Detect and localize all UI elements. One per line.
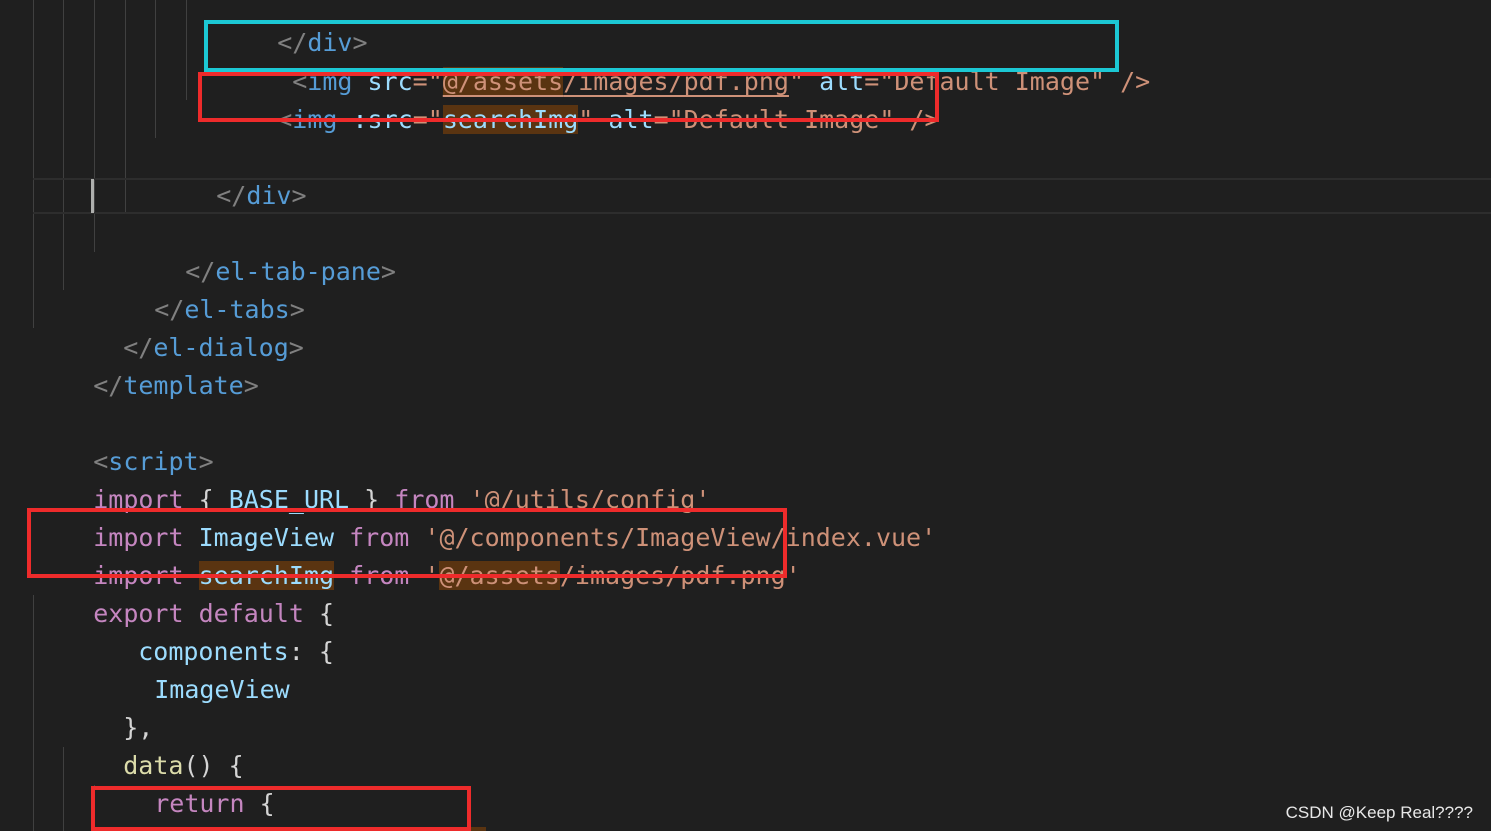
code-line[interactable]: import ImageView from '@/components/Imag… — [33, 481, 936, 552]
code-line[interactable]: data() { — [63, 709, 243, 780]
code-line[interactable]: </el-tabs> — [94, 253, 305, 324]
tag-name: template — [123, 371, 244, 400]
identifier: ImageView — [154, 675, 290, 704]
code-line[interactable]: import searchImg from '@/assets/images/p… — [33, 519, 801, 590]
indent-guide — [186, 0, 187, 100]
watermark: CSDN @Keep Real???? — [1285, 803, 1473, 822]
tag-bracket: > — [243, 371, 259, 400]
tag-bracket: > — [380, 257, 396, 286]
highlighted-match: @/assets — [439, 561, 560, 590]
string-literal: ="Default Image" /> — [653, 105, 940, 134]
code-line[interactable]: <script> — [33, 405, 213, 476]
highlighted-match: searchImg — [442, 105, 579, 134]
indent-guide — [94, 0, 95, 252]
code-line[interactable]: </el-tab-pane> — [125, 215, 396, 286]
code-line[interactable]: ImageView — [94, 633, 289, 704]
code-line[interactable]: <img src="@/assets/images/pdf.png" alt="… — [232, 25, 1150, 96]
string-literal: =" — [412, 105, 443, 134]
highlighted-match: searchImg — [350, 827, 487, 831]
code-line[interactable]: searchImg: searchImg, — [125, 785, 501, 831]
code-line[interactable]: import { BASE_URL } from '@/utils/config… — [33, 443, 710, 514]
string-literal: /images/pdf.png' — [559, 561, 801, 590]
string-literal: " — [578, 105, 609, 134]
highlighted-match: searchImg — [185, 827, 321, 831]
indent-guide — [33, 0, 34, 328]
code-line[interactable]: </div> — [217, 0, 367, 57]
tag-bracket: > — [291, 181, 307, 210]
code-line[interactable]: </template> — [33, 329, 259, 400]
tag-bracket: </ — [216, 181, 247, 210]
code-line[interactable]: </div> — [156, 139, 306, 210]
indent-guide — [155, 0, 156, 138]
indent-guide — [63, 0, 64, 290]
tag-bracket: < — [277, 105, 293, 134]
code-line[interactable]: <img :src="searchImg" alt="Default Image… — [217, 63, 940, 134]
code-line[interactable]: components: { — [78, 595, 334, 666]
code-editor[interactable]: </div> <img src="@/assets/images/pdf.png… — [0, 0, 1491, 831]
code-line[interactable]: export default { — [33, 557, 334, 628]
tag-name: img — [292, 105, 338, 134]
attribute-name: :src — [352, 105, 413, 134]
string-literal: ' — [409, 561, 440, 590]
code-line[interactable]: return { — [94, 747, 274, 818]
code-line[interactable]: </el-dialog> — [63, 291, 304, 362]
text-cursor — [91, 179, 94, 213]
code-line[interactable]: }, — [63, 671, 153, 742]
tag-bracket: > — [288, 333, 304, 362]
keyword: from — [349, 561, 410, 590]
tag-bracket: </ — [93, 371, 124, 400]
tag-name: div — [246, 181, 292, 210]
attribute-name: alt — [608, 105, 654, 134]
